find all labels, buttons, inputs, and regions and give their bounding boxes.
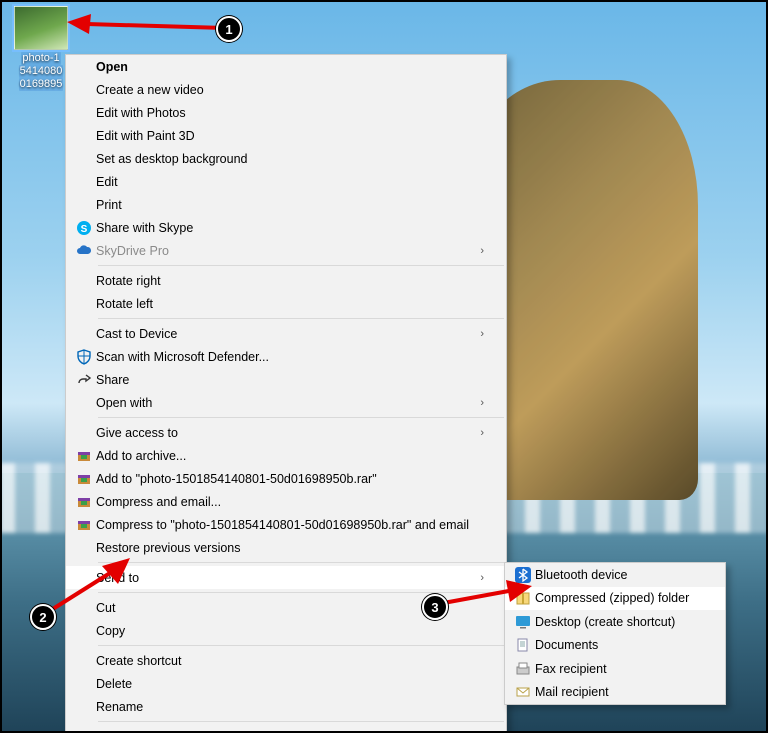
share-icon: [72, 372, 96, 388]
chevron-right-icon: ›: [480, 427, 484, 439]
menu-rotate-right[interactable]: Rotate right: [66, 269, 506, 292]
menu-skydrive-pro[interactable]: SkyDrive Pro›: [66, 239, 506, 262]
menu-open[interactable]: Open: [66, 55, 506, 78]
file-thumbnail-icon: [14, 6, 68, 50]
desktop-icon: [511, 614, 535, 630]
annotation-arrow-1: [65, 12, 235, 42]
menu-edit-with-photos[interactable]: Edit with Photos: [66, 101, 506, 124]
menu-separator: [98, 645, 504, 646]
menu-separator: [98, 562, 504, 563]
menu-separator: [98, 721, 504, 722]
menu-print[interactable]: Print: [66, 193, 506, 216]
callout-badge-1: 1: [216, 16, 242, 42]
chevron-right-icon: ›: [480, 397, 484, 409]
sendto-mail-recipient[interactable]: Mail recipient: [505, 681, 725, 705]
menu-edit[interactable]: Edit: [66, 170, 506, 193]
chevron-right-icon: ›: [480, 328, 484, 340]
skype-icon: S: [72, 220, 96, 236]
menu-rename[interactable]: Rename: [66, 695, 506, 718]
menu-share-with-skype[interactable]: S Share with Skype: [66, 216, 506, 239]
file-label-line2: 5414080: [19, 65, 64, 78]
callout-badge-3: 3: [422, 594, 448, 620]
chevron-right-icon: ›: [480, 245, 484, 257]
svg-text:S: S: [81, 224, 88, 235]
menu-add-to-named-rar[interactable]: Add to "photo-1501854140801-50d01698950b…: [66, 467, 506, 490]
winrar-icon: [72, 471, 96, 487]
documents-icon: [511, 637, 535, 653]
menu-scan-defender[interactable]: Scan with Microsoft Defender...: [66, 345, 506, 368]
sendto-desktop-shortcut[interactable]: Desktop (create shortcut): [505, 610, 725, 634]
sendto-fax-recipient[interactable]: Fax recipient: [505, 657, 725, 681]
menu-properties[interactable]: Properties: [66, 725, 506, 733]
menu-give-access-to[interactable]: Give access to›: [66, 421, 506, 444]
skydrive-icon: [72, 243, 96, 259]
menu-create-shortcut[interactable]: Create shortcut: [66, 649, 506, 672]
winrar-icon: [72, 517, 96, 533]
winrar-icon: [72, 494, 96, 510]
winrar-icon: [72, 448, 96, 464]
mail-icon: [511, 684, 535, 700]
menu-separator: [98, 318, 504, 319]
callout-badge-2: 2: [30, 604, 56, 630]
menu-copy[interactable]: Copy: [66, 619, 506, 642]
menu-share[interactable]: Share: [66, 368, 506, 391]
menu-compress-to-named-and-email[interactable]: Compress to "photo-1501854140801-50d0169…: [66, 513, 506, 536]
menu-rotate-left[interactable]: Rotate left: [66, 292, 506, 315]
menu-cast-to-device[interactable]: Cast to Device›: [66, 322, 506, 345]
menu-create-new-video[interactable]: Create a new video: [66, 78, 506, 101]
menu-separator: [98, 417, 504, 418]
desktop-wallpaper: photo-1 5414080 0169895 Open Create a ne…: [0, 0, 768, 733]
menu-add-to-archive[interactable]: Add to archive...: [66, 444, 506, 467]
sendto-documents[interactable]: Documents: [505, 634, 725, 658]
menu-edit-with-paint3d[interactable]: Edit with Paint 3D: [66, 124, 506, 147]
menu-set-desktop-background[interactable]: Set as desktop background: [66, 147, 506, 170]
menu-compress-and-email[interactable]: Compress and email...: [66, 490, 506, 513]
menu-open-with[interactable]: Open with›: [66, 391, 506, 414]
file-label-line3: 0169895: [19, 78, 64, 91]
context-menu: Open Create a new video Edit with Photos…: [65, 54, 507, 733]
menu-delete[interactable]: Delete: [66, 672, 506, 695]
file-label-line1: photo-1: [21, 52, 60, 65]
fax-icon: [511, 661, 535, 677]
menu-separator: [98, 265, 504, 266]
defender-shield-icon: [72, 349, 96, 365]
